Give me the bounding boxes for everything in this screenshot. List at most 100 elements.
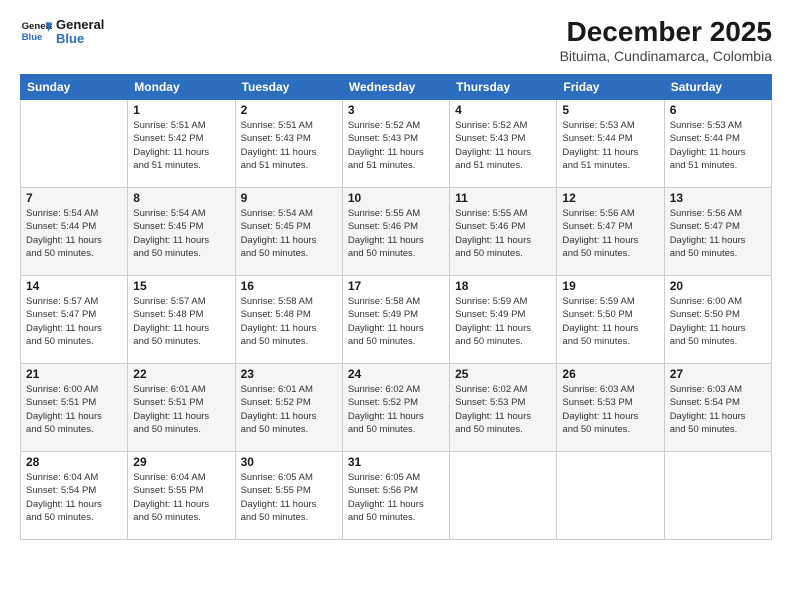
day-info: Sunrise: 6:01 AMSunset: 5:51 PMDaylight:…	[133, 383, 229, 436]
day-number: 26	[562, 367, 658, 381]
calendar-cell: 24 Sunrise: 6:02 AMSunset: 5:52 PMDayligh…	[342, 364, 449, 452]
day-header-monday: Monday	[128, 75, 235, 100]
week-row-0: 1Sunrise: 5:51 AMSunset: 5:42 PMDaylight…	[21, 100, 772, 188]
calendar-cell: 3 Sunrise: 5:52 AMSunset: 5:43 PMDaylight…	[342, 100, 449, 188]
day-header-friday: Friday	[557, 75, 664, 100]
day-number: 12	[562, 191, 658, 205]
day-number: 9	[241, 191, 337, 205]
day-info: Sunrise: 5:51 AMSunset: 5:43 PMDaylight:…	[241, 119, 337, 172]
calendar-cell: 6 Sunrise: 5:53 AMSunset: 5:44 PMDaylight…	[664, 100, 771, 188]
day-number: 24	[348, 367, 444, 381]
day-number: 31	[348, 455, 444, 469]
day-number: 4	[455, 103, 551, 117]
day-number: 3	[348, 103, 444, 117]
day-info: Sunrise: 5:56 AMSunset: 5:47 PMDaylight:…	[562, 207, 658, 260]
logo-line2: Blue	[56, 32, 104, 46]
calendar-cell: 19Sunrise: 5:59 AMSunset: 5:50 PMDayligh…	[557, 276, 664, 364]
day-header-thursday: Thursday	[450, 75, 557, 100]
day-header-tuesday: Tuesday	[235, 75, 342, 100]
day-info: Sunrise: 5:54 AMSunset: 5:45 PMDaylight:…	[133, 207, 229, 260]
calendar-cell: 23 Sunrise: 6:01 AMSunset: 5:52 PMDayligh…	[235, 364, 342, 452]
svg-text:Blue: Blue	[22, 32, 43, 43]
day-number: 19	[562, 279, 658, 293]
day-number: 16	[241, 279, 337, 293]
calendar-cell: 21Sunrise: 6:00 AMSunset: 5:51 PMDayligh…	[21, 364, 128, 452]
day-info: Sunrise: 6:04 AMSunset: 5:54 PMDaylight:…	[26, 471, 122, 524]
day-number: 8	[133, 191, 229, 205]
title-block: December 2025 Bituima, Cundinamarca, Col…	[560, 16, 772, 64]
day-info: Sunrise: 6:02 AMSunset: 5:52 PMDaylight:…	[348, 383, 444, 436]
day-number: 28	[26, 455, 122, 469]
day-number: 10	[348, 191, 444, 205]
calendar-cell: 17 Sunrise: 5:58 AMSunset: 5:49 PMDayligh…	[342, 276, 449, 364]
calendar-cell: 29Sunrise: 6:04 AMSunset: 5:55 PMDayligh…	[128, 452, 235, 540]
calendar-cell: 11 Sunrise: 5:55 AMSunset: 5:46 PMDayligh…	[450, 188, 557, 276]
calendar-cell: 15Sunrise: 5:57 AMSunset: 5:48 PMDayligh…	[128, 276, 235, 364]
day-number: 27	[670, 367, 766, 381]
day-number: 2	[241, 103, 337, 117]
calendar-cell: 12 Sunrise: 5:56 AMSunset: 5:47 PMDayligh…	[557, 188, 664, 276]
logo: General Blue General Blue	[20, 16, 104, 48]
page: General Blue General Blue December 2025 …	[0, 0, 792, 612]
calendar-cell: 31 Sunrise: 6:05 AMSunset: 5:56 PMDayligh…	[342, 452, 449, 540]
day-info: Sunrise: 6:04 AMSunset: 5:55 PMDaylight:…	[133, 471, 229, 524]
day-number: 25	[455, 367, 551, 381]
calendar-cell: 18 Sunrise: 5:59 AMSunset: 5:49 PMDayligh…	[450, 276, 557, 364]
day-info: Sunrise: 5:55 AMSunset: 5:46 PMDaylight:…	[455, 207, 551, 260]
day-info: Sunrise: 5:57 AMSunset: 5:47 PMDaylight:…	[26, 295, 122, 348]
day-number: 7	[26, 191, 122, 205]
calendar-cell: 13 Sunrise: 5:56 AMSunset: 5:47 PMDayligh…	[664, 188, 771, 276]
day-number: 11	[455, 191, 551, 205]
day-info: Sunrise: 6:03 AMSunset: 5:54 PMDaylight:…	[670, 383, 766, 436]
day-info: Sunrise: 5:54 AMSunset: 5:45 PMDaylight:…	[241, 207, 337, 260]
calendar-cell: 9 Sunrise: 5:54 AMSunset: 5:45 PMDaylight…	[235, 188, 342, 276]
day-info: Sunrise: 5:52 AMSunset: 5:43 PMDaylight:…	[455, 119, 551, 172]
calendar-cell: 14 Sunrise: 5:57 AMSunset: 5:47 PMDayligh…	[21, 276, 128, 364]
header: General Blue General Blue December 2025 …	[20, 16, 772, 64]
day-info: Sunrise: 5:59 AMSunset: 5:49 PMDaylight:…	[455, 295, 551, 348]
calendar-cell: 8 Sunrise: 5:54 AMSunset: 5:45 PMDaylight…	[128, 188, 235, 276]
day-info: Sunrise: 5:53 AMSunset: 5:44 PMDaylight:…	[670, 119, 766, 172]
day-info: Sunrise: 5:54 AMSunset: 5:44 PMDaylight:…	[26, 207, 122, 260]
day-header-wednesday: Wednesday	[342, 75, 449, 100]
calendar-cell: 1Sunrise: 5:51 AMSunset: 5:42 PMDaylight…	[128, 100, 235, 188]
calendar-cell: 7 Sunrise: 5:54 AMSunset: 5:44 PMDaylight…	[21, 188, 128, 276]
week-row-2: 14 Sunrise: 5:57 AMSunset: 5:47 PMDayligh…	[21, 276, 772, 364]
day-header-saturday: Saturday	[664, 75, 771, 100]
day-info: Sunrise: 5:57 AMSunset: 5:48 PMDaylight:…	[133, 295, 229, 348]
calendar-cell	[664, 452, 771, 540]
calendar-cell: 20 Sunrise: 6:00 AMSunset: 5:50 PMDayligh…	[664, 276, 771, 364]
day-info: Sunrise: 5:58 AMSunset: 5:48 PMDaylight:…	[241, 295, 337, 348]
calendar-cell: 2 Sunrise: 5:51 AMSunset: 5:43 PMDaylight…	[235, 100, 342, 188]
calendar-cell: 30 Sunrise: 6:05 AMSunset: 5:55 PMDayligh…	[235, 452, 342, 540]
day-number: 30	[241, 455, 337, 469]
calendar-cell: 27 Sunrise: 6:03 AMSunset: 5:54 PMDayligh…	[664, 364, 771, 452]
calendar-cell: 5Sunrise: 5:53 AMSunset: 5:44 PMDaylight…	[557, 100, 664, 188]
day-number: 6	[670, 103, 766, 117]
calendar-cell: 25Sunrise: 6:02 AMSunset: 5:53 PMDayligh…	[450, 364, 557, 452]
calendar-cell: 26 Sunrise: 6:03 AMSunset: 5:53 PMDayligh…	[557, 364, 664, 452]
day-number: 13	[670, 191, 766, 205]
day-info: Sunrise: 6:01 AMSunset: 5:52 PMDaylight:…	[241, 383, 337, 436]
day-number: 20	[670, 279, 766, 293]
day-info: Sunrise: 6:05 AMSunset: 5:55 PMDaylight:…	[241, 471, 337, 524]
day-info: Sunrise: 5:53 AMSunset: 5:44 PMDaylight:…	[562, 119, 658, 172]
day-number: 23	[241, 367, 337, 381]
day-info: Sunrise: 5:56 AMSunset: 5:47 PMDaylight:…	[670, 207, 766, 260]
day-info: Sunrise: 6:03 AMSunset: 5:53 PMDaylight:…	[562, 383, 658, 436]
day-info: Sunrise: 6:00 AMSunset: 5:50 PMDaylight:…	[670, 295, 766, 348]
day-info: Sunrise: 6:05 AMSunset: 5:56 PMDaylight:…	[348, 471, 444, 524]
day-info: Sunrise: 5:52 AMSunset: 5:43 PMDaylight:…	[348, 119, 444, 172]
day-number: 18	[455, 279, 551, 293]
calendar-cell: 28 Sunrise: 6:04 AMSunset: 5:54 PMDayligh…	[21, 452, 128, 540]
day-number: 14	[26, 279, 122, 293]
calendar-cell	[21, 100, 128, 188]
calendar-cell	[450, 452, 557, 540]
day-info: Sunrise: 5:51 AMSunset: 5:42 PMDaylight:…	[133, 119, 229, 172]
header-row: SundayMondayTuesdayWednesdayThursdayFrid…	[21, 75, 772, 100]
day-number: 17	[348, 279, 444, 293]
day-info: Sunrise: 5:58 AMSunset: 5:49 PMDaylight:…	[348, 295, 444, 348]
calendar-cell: 4 Sunrise: 5:52 AMSunset: 5:43 PMDaylight…	[450, 100, 557, 188]
logo-icon: General Blue	[20, 16, 52, 48]
month-title: December 2025	[560, 16, 772, 48]
